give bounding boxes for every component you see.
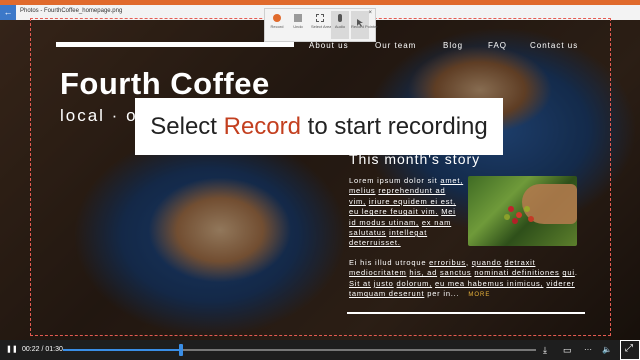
story-link[interactable]: dolorum, <box>397 279 433 288</box>
story-paragraph-1: Lorem ipsum dolor sit amet, melius repre… <box>349 176 464 248</box>
audio-button[interactable]: Audio <box>331 11 349 39</box>
close-icon[interactable]: × <box>368 10 372 16</box>
story-link[interactable]: qui <box>562 268 574 277</box>
site-headline: Fourth Coffee <box>60 66 270 101</box>
recording-toolbar: Record Undo Select Area Audio Record Poi… <box>264 8 378 42</box>
nav-about-us[interactable]: About us <box>309 41 349 50</box>
microphone-icon <box>338 14 342 22</box>
record-label: Record <box>270 24 284 29</box>
nav-faq[interactable]: FAQ <box>488 41 507 50</box>
select-area-icon <box>316 14 324 22</box>
pointer-icon <box>356 14 364 27</box>
more-link[interactable]: MORE <box>468 292 490 298</box>
audio-label: Audio <box>334 24 346 29</box>
record-button[interactable]: Record <box>268 11 286 39</box>
more-options-icon[interactable]: ··· <box>584 340 592 360</box>
story-link[interactable]: quando <box>472 258 502 267</box>
coffee-cherry-red <box>528 216 534 222</box>
record-icon <box>273 14 281 22</box>
story-link[interactable]: Sit at <box>349 279 371 288</box>
nav-our-team[interactable]: Our team <box>375 41 416 50</box>
record-pointer-label: Record Pointer <box>351 24 378 29</box>
undo-button[interactable]: Undo <box>289 11 307 39</box>
back-button[interactable]: ← <box>0 5 16 20</box>
seek-thumb[interactable] <box>179 344 184 356</box>
callout-record-word: Record <box>223 112 301 140</box>
story-link[interactable]: sanctus <box>440 268 471 277</box>
story-link[interactable]: erroribus <box>429 258 466 267</box>
site-logo-bar <box>56 42 294 47</box>
nav-contact-us[interactable]: Contact us <box>530 41 578 50</box>
time-display: 00:22 / 01:30 <box>22 346 63 353</box>
player-controls: ❚❚ 00:22 / 01:30 ⤓ ▭ ··· 🔈 <box>0 340 640 360</box>
story-link[interactable]: eu legere feugait vim. <box>349 207 438 216</box>
fullscreen-button[interactable]: ⤢ <box>620 340 640 360</box>
callout-text-before: Select <box>150 112 224 140</box>
story-link[interactable]: eu mea habemus inimicus, <box>435 279 543 288</box>
select-area-button[interactable]: Select Area <box>311 11 332 39</box>
coffee-cherry-red <box>516 212 522 218</box>
stop-icon <box>294 14 302 22</box>
instruction-callout: Select Record to start recording <box>135 98 503 155</box>
coffee-cherry-red <box>512 218 518 224</box>
coffee-cherry-red <box>508 206 514 212</box>
window-title: Photos - FourthCoffee_homepage.png <box>20 8 123 14</box>
story-divider <box>347 312 585 314</box>
coffee-cherry-green <box>524 206 530 212</box>
undo-label: Undo <box>293 24 303 29</box>
record-pointer-button[interactable]: Record Pointer <box>351 11 378 39</box>
story-paragraph-2: Ei his illud utroque erroribus, quando d… <box>349 258 578 299</box>
fullscreen-icon: ⤢ <box>625 343 633 354</box>
download-icon[interactable]: ⤓ <box>543 340 547 360</box>
site-subline: local · or <box>60 106 146 125</box>
captions-icon[interactable]: ▭ <box>563 340 572 360</box>
story-link[interactable]: his, ad <box>409 268 437 277</box>
select-area-label: Select Area <box>311 24 332 29</box>
story-link[interactable]: justo <box>374 279 394 288</box>
story-link[interactable]: nominati definitiones <box>474 268 559 277</box>
seek-bar[interactable] <box>63 344 536 356</box>
callout-text-after: to start recording <box>301 112 488 140</box>
story-link[interactable]: iriure equidem ei est, <box>369 197 456 206</box>
volume-icon[interactable]: 🔈 <box>602 340 612 360</box>
coffee-cherries-photo <box>468 176 577 246</box>
pause-button[interactable]: ❚❚ <box>6 340 18 360</box>
seek-bar-fill <box>63 349 182 351</box>
coffee-cherry-green <box>504 214 510 220</box>
nav-blog[interactable]: Blog <box>443 41 463 50</box>
